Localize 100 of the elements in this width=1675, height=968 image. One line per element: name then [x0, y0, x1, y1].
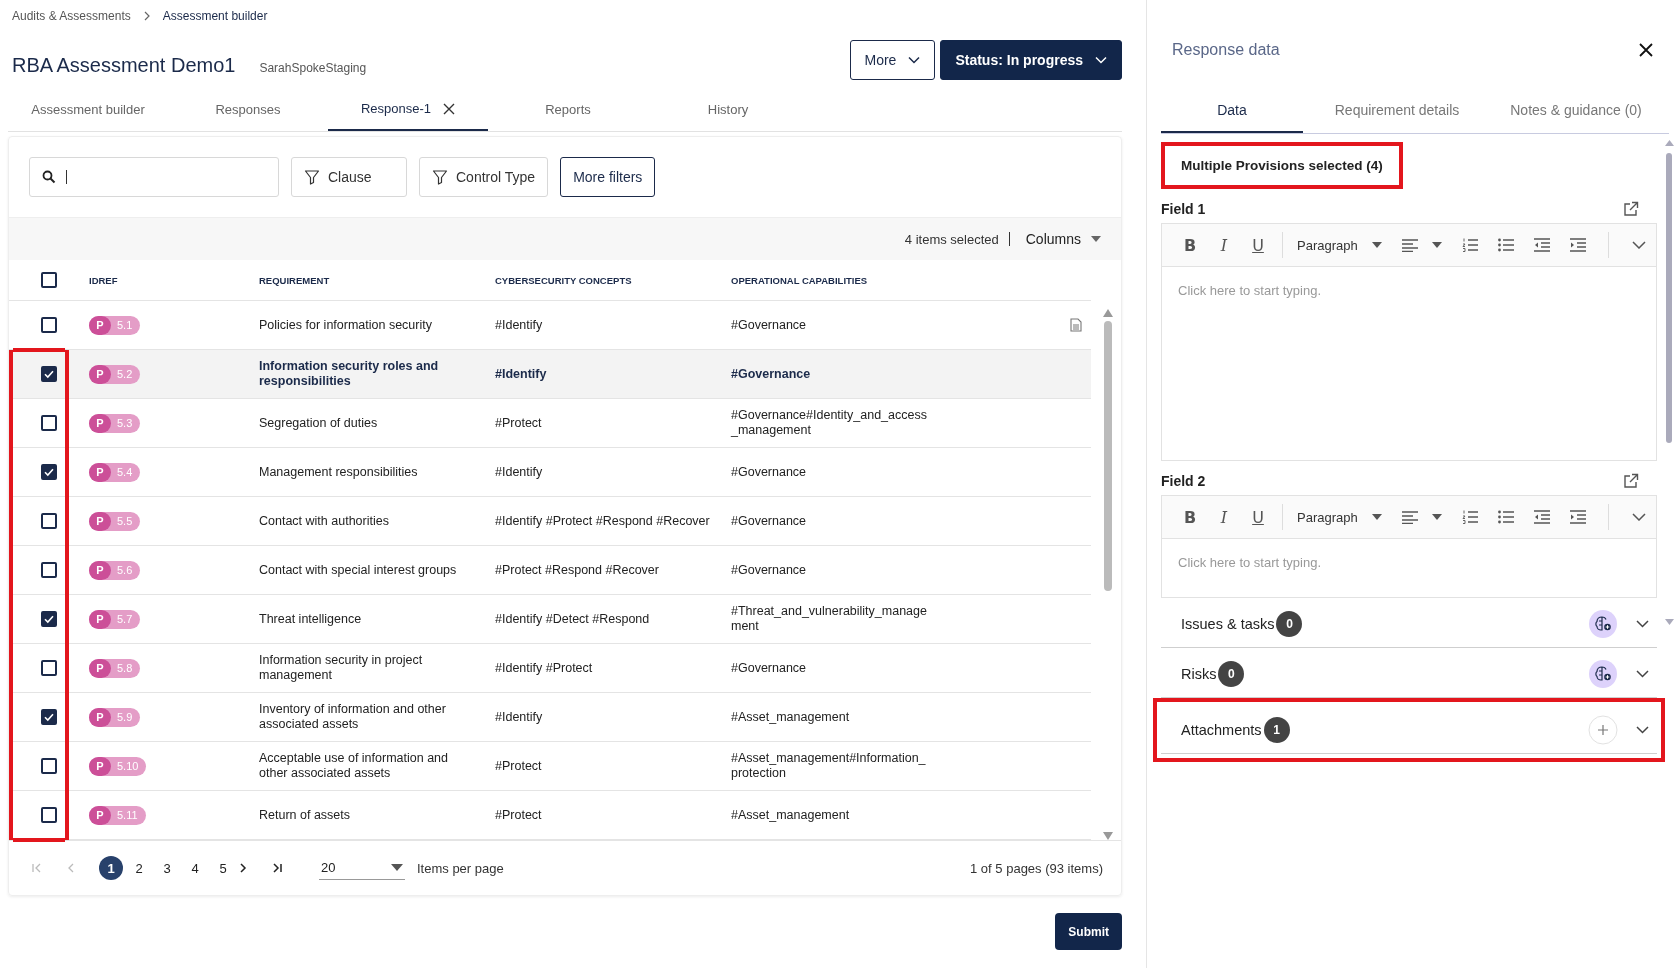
bold-button[interactable]: B [1180, 235, 1200, 255]
external-link-icon[interactable] [1623, 201, 1639, 217]
chevron-down-icon[interactable] [1636, 619, 1649, 628]
tab[interactable]: Responses [168, 88, 328, 131]
bullet-list-icon[interactable] [1497, 238, 1514, 252]
bullet-list-icon[interactable] [1497, 510, 1514, 524]
brain-plus-icon[interactable] [1588, 608, 1618, 639]
row-checkbox[interactable] [41, 807, 57, 823]
align-left-icon[interactable] [1401, 510, 1418, 524]
panel-tab[interactable]: Requirement details [1303, 100, 1491, 133]
row-checkbox[interactable] [41, 415, 57, 431]
page-number[interactable]: 2 [127, 856, 151, 880]
table-row[interactable]: P 5.9 Inventory of information and other associated assets #Identify #Asset_management [9, 693, 1091, 742]
row-checkbox[interactable] [41, 758, 57, 774]
chevron-down-icon[interactable] [1632, 241, 1646, 249]
last-page-icon[interactable] [271, 863, 283, 873]
concepts-cell-text: #Identify #Protect [495, 660, 594, 676]
filter-button[interactable]: Clause [291, 157, 407, 197]
section-title: Attachments [1181, 721, 1262, 738]
selected-table-row[interactable]: P 5.2 Information security roles and responsibilities #Identify #Governance [9, 350, 1091, 399]
table-row[interactable]: P 5.5 Contact with authorities #Identify #Protect #Respond #Recover #Governance [9, 497, 1091, 546]
panel-tab[interactable]: Data [1161, 100, 1303, 133]
row-checkbox[interactable] [41, 709, 57, 725]
document-icon[interactable] [1070, 318, 1082, 332]
tab[interactable]: History [648, 88, 808, 131]
italic-button[interactable]: I [1214, 235, 1234, 255]
collapsible-section[interactable]: Attachments 1 [1161, 706, 1657, 754]
tab[interactable]: Assessment builder [8, 88, 168, 131]
table-row[interactable]: P 5.10 Acceptable use of information and other associated assets #Protect #Asset_management#Information_protection [9, 742, 1091, 791]
requirement-cell-text: Policies for information security [259, 317, 433, 333]
table-row[interactable]: P 5.3 Segregation of duties #Protect #Governance#Identity_and_access_management [9, 399, 1091, 448]
table-row[interactable]: P 5.8 Information security in project management #Identify #Protect #Governance [9, 644, 1091, 693]
paragraph-dropdown[interactable]: Paragraph [1297, 509, 1358, 525]
collapsible-section[interactable]: Issues & tasks 0 [1161, 600, 1657, 648]
breadcrumb-link[interactable]: Audits & Assessments [12, 9, 131, 23]
rich-text-editor[interactable]: B I U Paragraph Click here to start typing. [1161, 223, 1657, 461]
brain-plus-icon[interactable] [1588, 658, 1618, 689]
columns-dropdown-button[interactable]: Columns [1019, 230, 1107, 248]
chevron-down-icon[interactable] [1632, 513, 1646, 521]
caret-icon[interactable] [1431, 242, 1442, 248]
rich-text-editor[interactable]: B I U Paragraph Click here to start typing. [1161, 495, 1657, 598]
row-checkbox[interactable] [41, 562, 57, 578]
scroll-down-icon[interactable] [1103, 832, 1113, 840]
underline-button[interactable]: U [1248, 235, 1268, 255]
row-checkbox[interactable] [41, 317, 57, 333]
chevron-down-icon[interactable] [1636, 725, 1649, 734]
row-checkbox[interactable] [41, 464, 57, 480]
external-link-icon[interactable] [1623, 473, 1639, 489]
panel-tab[interactable]: Notes & guidance (0) [1491, 100, 1661, 133]
panel-title: Response data [1172, 41, 1280, 59]
items-per-page-select[interactable]: 20 [319, 856, 405, 880]
concepts-cell-text: #Protect [495, 415, 543, 431]
row-checkbox[interactable] [41, 366, 57, 382]
caret-icon[interactable] [1371, 242, 1382, 248]
close-icon[interactable] [1639, 43, 1653, 57]
row-checkbox[interactable] [41, 660, 57, 676]
page-number[interactable]: 1 [99, 856, 123, 880]
table-row[interactable]: P 5.11 Return of assets #Protect #Asset_management [9, 791, 1091, 840]
outdent-icon[interactable] [1533, 510, 1550, 524]
caret-icon[interactable] [1371, 514, 1382, 520]
tab[interactable]: Response-1 [328, 88, 488, 131]
scroll-up-icon[interactable] [1103, 309, 1113, 317]
row-checkbox[interactable] [41, 513, 57, 529]
more-dropdown-button[interactable]: More [849, 40, 936, 80]
close-icon[interactable] [443, 102, 456, 115]
caret-icon[interactable] [1431, 514, 1442, 520]
tab[interactable]: Reports [488, 88, 648, 131]
capabilities-cell-text: #Asset_management [731, 709, 851, 725]
chevron-down-icon [908, 56, 921, 64]
table-row[interactable]: P 5.6 Contact with special interest groups #Protect #Respond #Recover #Governance [9, 546, 1091, 595]
page-number[interactable]: 4 [183, 856, 207, 880]
search-field[interactable] [29, 157, 279, 197]
select-all-checkbox[interactable] [41, 272, 57, 288]
collapsible-section[interactable]: Risks 0 [1161, 650, 1657, 698]
concepts-cell-text: #Protect #Respond #Recover [495, 562, 660, 578]
table-row[interactable]: P 5.4 Management responsibilities #Identify #Governance [9, 448, 1091, 497]
indent-icon[interactable] [1569, 238, 1586, 252]
row-checkbox[interactable] [41, 611, 57, 627]
more-filters-button[interactable]: More filters [560, 157, 656, 197]
paragraph-dropdown[interactable]: Paragraph [1297, 237, 1358, 253]
align-left-icon[interactable] [1401, 238, 1418, 252]
provision-badge: P 5.5 [89, 511, 141, 531]
table-scrollbar[interactable] [1103, 309, 1113, 840]
filter-button[interactable]: Control Type [419, 157, 549, 197]
page-number[interactable]: 5 [211, 856, 235, 880]
submit-button[interactable]: Submit [1055, 913, 1122, 950]
numbered-list-icon[interactable] [1461, 238, 1478, 252]
outdent-icon[interactable] [1533, 238, 1550, 252]
chevron-down-icon[interactable] [1636, 669, 1649, 678]
page-number[interactable]: 3 [155, 856, 179, 880]
underline-button[interactable]: U [1248, 507, 1268, 527]
indent-icon[interactable] [1569, 510, 1586, 524]
table-row[interactable]: P 5.7 Threat intelligence #Identify #Detect #Respond #Threat_and_vulnerability_management [9, 595, 1091, 644]
concepts-cell-text: #Identify [495, 366, 548, 382]
bold-button[interactable]: B [1180, 507, 1200, 527]
next-page-icon[interactable] [239, 863, 247, 873]
status-dropdown-button[interactable]: Status: In progress [940, 40, 1122, 80]
numbered-list-icon[interactable] [1461, 510, 1478, 524]
column-header: OPERATIONAL CAPABILITIES [731, 274, 869, 286]
italic-button[interactable]: I [1214, 507, 1234, 527]
